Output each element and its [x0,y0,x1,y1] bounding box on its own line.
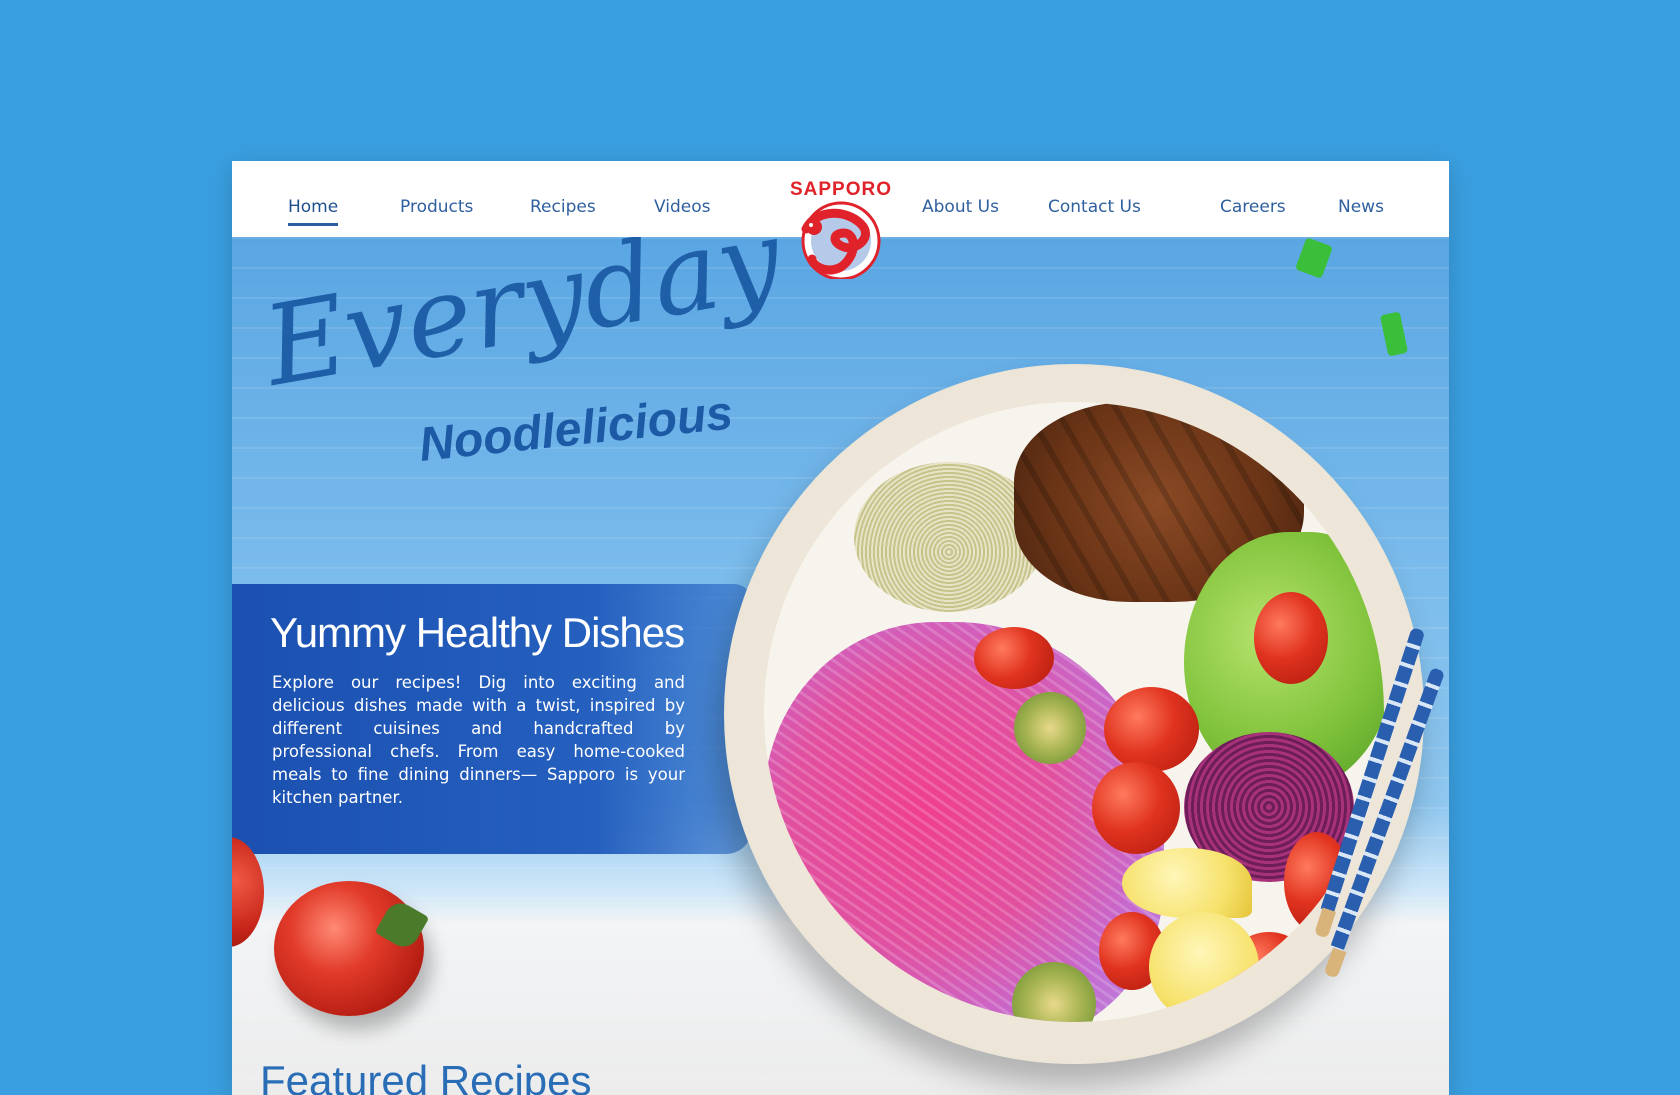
hero-banner: Everyday Noodlelicious Yummy Healthy Dis… [232,194,1449,1095]
hero-description: Explore our recipes! Dig into exciting a… [272,673,685,807]
hero-title: Yummy Healthy Dishes [270,609,685,656]
cherry-tomato [1104,687,1199,772]
nav-news[interactable]: News [1338,197,1384,217]
nav-recipes[interactable]: Recipes [530,197,596,217]
nav-videos[interactable]: Videos [654,197,711,217]
headline-noodlelicious: Noodlelicious [416,386,736,472]
cherry-tomato [1254,592,1328,684]
scallion-decoration [1295,237,1333,279]
sapporo-logo[interactable]: SAPPORO [786,179,896,279]
nav-products[interactable]: Products [400,197,473,217]
featured-recipes-heading: Featured Recipes [260,1057,592,1095]
lemon-slice [1122,848,1252,918]
green-tomato [1014,692,1086,764]
nav-careers[interactable]: Careers [1220,197,1286,217]
tomato-image [274,881,424,1016]
dragon-logo-icon [801,201,881,279]
website-frame: Home Products Recipes Videos About Us Co… [232,161,1449,1095]
cherry-tomato [1092,762,1180,854]
nav-about-us[interactable]: About Us [922,197,999,217]
nav-home[interactable]: Home [288,197,339,226]
cherry-tomato [974,627,1054,689]
scallion-decoration [1379,311,1409,357]
bowl-contents [764,402,1384,1022]
nav-contact-us[interactable]: Contact Us [1048,197,1141,217]
